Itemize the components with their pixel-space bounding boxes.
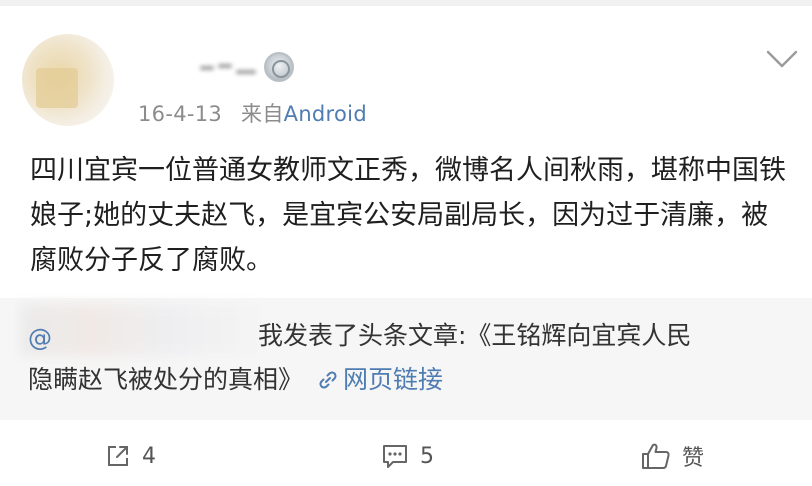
- share-count: 4: [142, 443, 156, 469]
- weibo-post-card: 16-4-13 来自Android 四川宜宾一位普通女教师文正秀，微博名人间秋雨…: [0, 0, 812, 486]
- post-timestamp: 16-4-13: [138, 102, 223, 126]
- link-icon: [319, 371, 337, 389]
- repost-text-line2: 隐瞒赵飞被处分的真相》 网页链接: [28, 360, 443, 396]
- web-link[interactable]: 网页链接: [317, 365, 443, 394]
- user-nickname-blurred[interactable]: [200, 62, 260, 82]
- mention-at-symbol[interactable]: @: [28, 324, 52, 352]
- share-icon: [108, 446, 128, 466]
- thumbs-up-icon: [642, 443, 670, 469]
- comment-button[interactable]: 5: [380, 438, 434, 474]
- web-link-label: 网页链接: [343, 365, 444, 394]
- post-meta: 16-4-13 来自Android: [138, 98, 367, 128]
- chevron-down-icon[interactable]: [764, 46, 800, 72]
- blurred-username: [20, 304, 260, 356]
- like-button[interactable]: 赞: [640, 438, 704, 474]
- verified-medal-icon: [264, 52, 294, 82]
- action-bar: 4 5 赞: [0, 420, 812, 486]
- post-body: 四川宜宾一位普通女教师文正秀，微博名人间秋雨，堪称中国铁娘子;她的丈夫赵飞，是宜…: [30, 155, 786, 276]
- repost-title-tail: 隐瞒赵飞被处分的真相》: [28, 365, 304, 394]
- comment-count: 5: [420, 443, 434, 469]
- like-label: 赞: [682, 446, 705, 471]
- avatar[interactable]: [22, 34, 114, 126]
- post-source[interactable]: Android: [284, 102, 367, 126]
- source-prefix: 来自: [241, 102, 284, 126]
- repost-text-line1: 我发表了头条文章:《王铭辉向宜宾人民: [258, 321, 692, 350]
- share-button[interactable]: 4: [104, 438, 156, 474]
- comment-icon: [383, 445, 407, 468]
